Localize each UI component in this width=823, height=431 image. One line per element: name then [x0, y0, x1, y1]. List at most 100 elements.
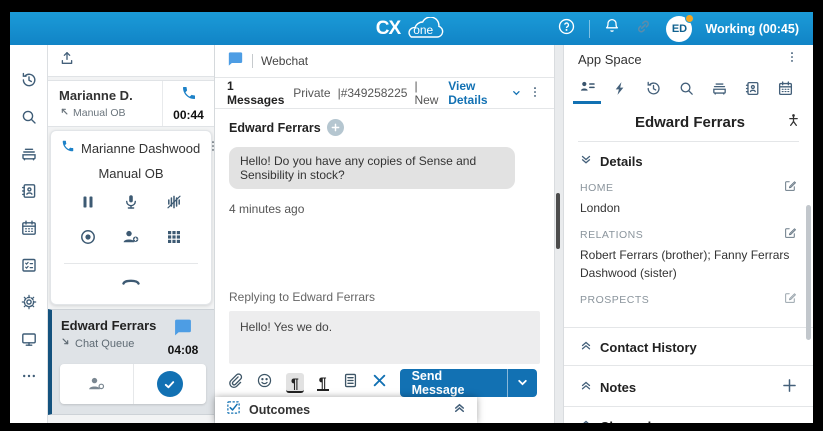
tab-customer-card[interactable] — [573, 73, 601, 104]
record-button[interactable] — [79, 228, 97, 251]
phone-icon — [181, 85, 197, 106]
app-space-panel: App Space — [563, 45, 813, 423]
add-contact-chip[interactable] — [327, 119, 344, 136]
mask-audio-button[interactable] — [165, 193, 183, 216]
apps-icon[interactable] — [10, 246, 47, 283]
message-input[interactable]: Hello! Yes we do. — [229, 311, 540, 364]
details-section-header[interactable]: Details — [564, 142, 813, 179]
top-bar: CX one — [10, 12, 813, 45]
collapse-double-chevron-icon[interactable] — [453, 401, 466, 419]
edit-icon[interactable] — [783, 179, 797, 196]
app-space-scrollbar-thumb[interactable] — [806, 205, 811, 340]
call-menu-dots-icon[interactable] — [206, 139, 215, 158]
field-home: HOME London — [580, 179, 797, 217]
hang-up-button[interactable] — [120, 272, 142, 293]
settings-gear-icon[interactable] — [10, 283, 47, 320]
tab-queues[interactable] — [706, 73, 734, 104]
tab-address-book[interactable] — [739, 73, 767, 104]
details-heading: Details — [600, 154, 643, 169]
send-options-caret[interactable] — [507, 369, 537, 397]
incoming-message-bubble: Hello! Do you have any copies of Sense a… — [229, 147, 515, 189]
channels-section-header[interactable]: Channels — [564, 406, 813, 423]
channels-heading: Channels — [600, 419, 659, 423]
tab-search[interactable] — [672, 73, 700, 104]
avatar-initials: ED — [672, 23, 687, 35]
agent-status-label[interactable]: Working (00:45) — [705, 22, 799, 36]
transcript-contact-name: Edward Ferrars — [229, 121, 321, 135]
notes-document-button[interactable] — [342, 372, 359, 394]
formatting-pilcrow-button-active[interactable]: ¶ — [286, 373, 304, 393]
topbar-divider — [589, 20, 590, 38]
help-button[interactable] — [557, 17, 576, 41]
accept-confirm-button[interactable] — [133, 364, 207, 404]
add-participant-button[interactable] — [121, 228, 141, 251]
app-space-tabs — [564, 73, 813, 104]
voice-contact-name: Marianne D. — [59, 88, 162, 103]
search-icon[interactable] — [10, 98, 47, 135]
emoji-button[interactable] — [256, 372, 273, 394]
double-chevron-up-icon — [580, 419, 592, 423]
transfer-contact-button[interactable] — [60, 364, 133, 404]
calendar-icon[interactable] — [10, 209, 47, 246]
chat-menu-dots-icon[interactable] — [528, 85, 542, 102]
attachment-paperclip-button[interactable] — [226, 372, 243, 394]
logo-cx-text: CX — [376, 18, 400, 40]
status-label: | New — [414, 79, 441, 107]
outcomes-bar[interactable]: Outcomes — [215, 397, 477, 423]
mute-mic-button[interactable] — [122, 193, 140, 216]
voice-skill-label: Manual OB — [73, 107, 126, 119]
integrations-link-button[interactable] — [634, 17, 653, 41]
double-chevron-down-icon — [580, 154, 592, 169]
chevron-down-icon — [517, 377, 528, 388]
tab-calendar[interactable] — [772, 73, 800, 104]
notes-section-header[interactable]: Notes — [564, 365, 813, 406]
chat-scrollbar-thumb[interactable] — [556, 193, 560, 249]
edit-icon[interactable] — [783, 226, 797, 243]
add-note-button[interactable] — [782, 378, 797, 396]
keypad-button[interactable] — [165, 228, 183, 251]
channel-label: Webchat — [261, 54, 308, 68]
contact-history-section-header[interactable]: Contact History — [564, 327, 813, 365]
upload-icon[interactable] — [59, 50, 75, 71]
phone-icon — [61, 139, 75, 158]
send-message-button[interactable]: Send Message — [400, 369, 537, 397]
history-icon[interactable] — [10, 61, 47, 98]
chat-header: Webchat — [215, 45, 554, 78]
contact-pin-icon[interactable] — [786, 112, 801, 133]
interactions-panel: Marianne D. Manual OB — [48, 45, 215, 423]
more-options-icon[interactable] — [10, 357, 47, 394]
logo-one-text: one — [413, 23, 433, 37]
formatting-pilcrow-button[interactable]: ¶ — [317, 374, 329, 391]
monitor-icon[interactable] — [10, 320, 47, 357]
chat-transcript: Edward Ferrars Hello! Do you have any co… — [215, 109, 554, 364]
app-space-menu-dots-icon[interactable] — [785, 50, 799, 69]
voice-timer: 00:44 — [173, 108, 204, 122]
edit-icon[interactable] — [783, 291, 797, 308]
address-book-icon[interactable] — [10, 172, 47, 209]
chat-contact-name: Edward Ferrars — [61, 318, 160, 333]
queues-icon[interactable] — [10, 135, 47, 172]
view-details-button[interactable]: View Details — [448, 79, 521, 107]
chat-bubble-icon — [227, 51, 244, 72]
chat-interaction-card[interactable]: Edward Ferrars Chat Queue — [48, 309, 214, 415]
app-space-title: App Space — [578, 52, 785, 67]
chat-skill-label: Chat Queue — [75, 338, 134, 350]
chat-bubble-icon — [173, 318, 193, 342]
tab-actions-bolt[interactable] — [606, 73, 634, 104]
tab-history[interactable] — [639, 73, 667, 104]
notes-heading: Notes — [600, 380, 636, 395]
active-call-contact-name: Marianne Dashwood — [81, 141, 200, 156]
user-avatar[interactable]: ED — [666, 16, 692, 42]
messages-count: 1 Messages — [227, 79, 286, 107]
active-call-skill: Manual OB — [51, 161, 211, 184]
inbound-chat-icon — [61, 337, 71, 350]
check-circle-icon — [157, 371, 183, 397]
chat-panel: Webchat 1 Messages Private |#349258225 |… — [215, 45, 555, 423]
notifications-bell-button[interactable] — [603, 17, 621, 40]
hold-pause-button[interactable] — [79, 193, 97, 216]
voice-interaction-summary[interactable]: Marianne D. Manual OB — [48, 80, 214, 127]
field-relations: RELATIONS Robert Ferrars (brother); Fann… — [580, 226, 797, 282]
view-details-label: View Details — [448, 79, 509, 107]
close-icon[interactable] — [372, 373, 387, 393]
field-label: HOME — [580, 182, 614, 194]
